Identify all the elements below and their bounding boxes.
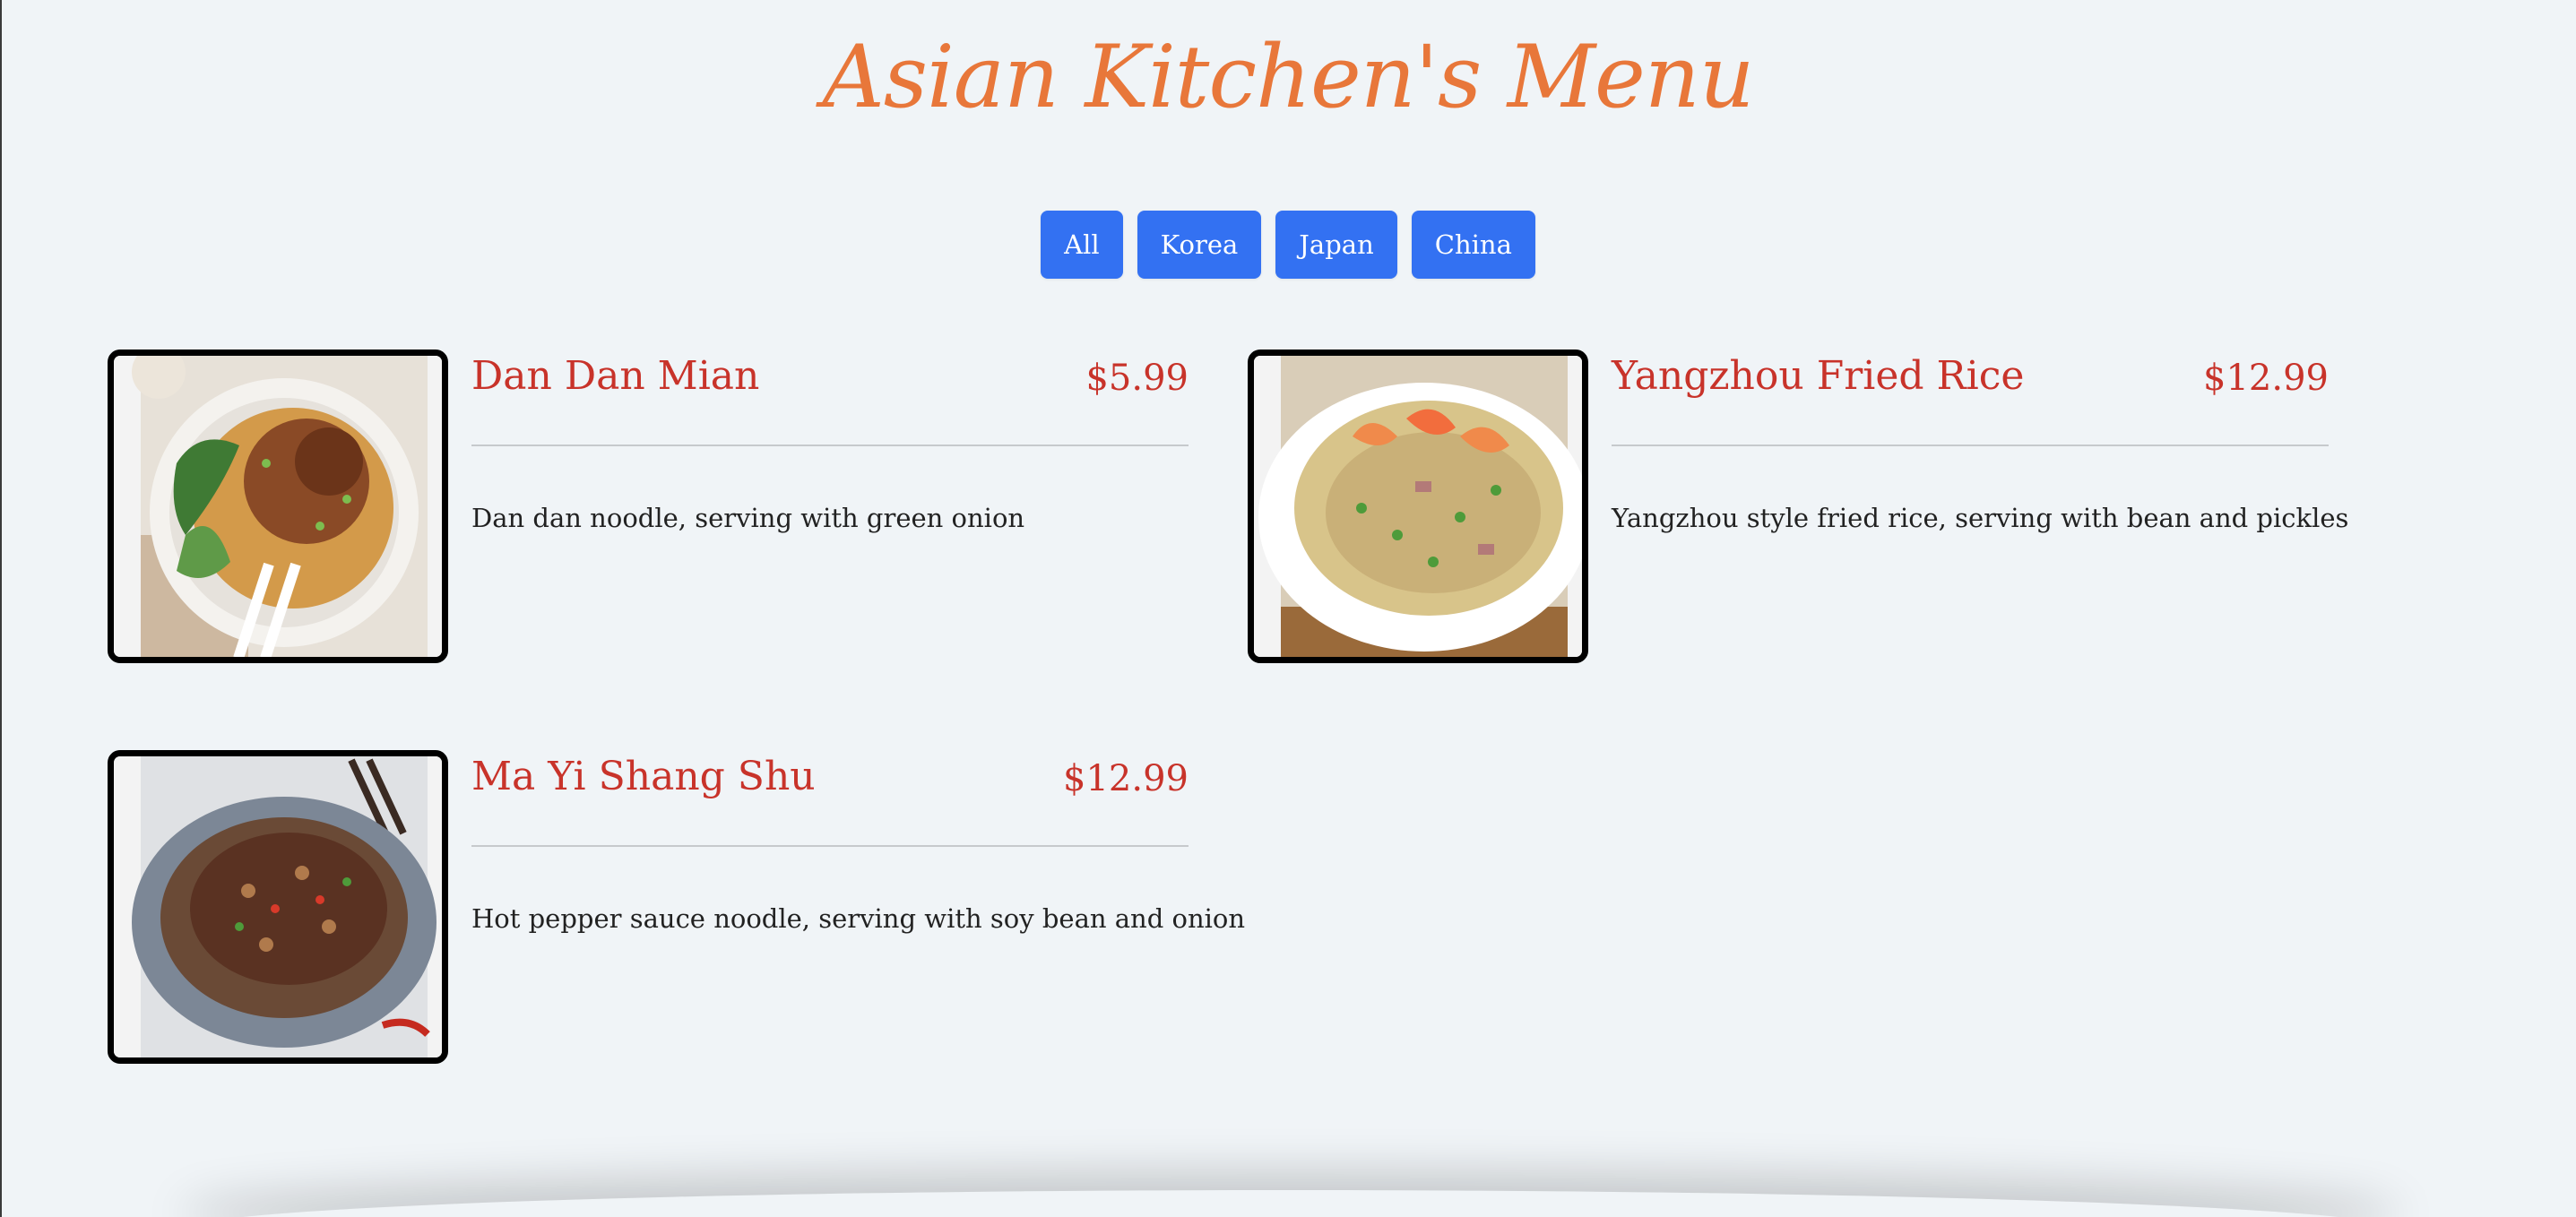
menu-item-description: Dan dan noodle, serving with green onion <box>471 503 1025 533</box>
menu-item-info: Dan Dan Mian $5.99 Dan dan noodle, servi… <box>471 350 1189 663</box>
menu-item-description: Yangzhou style fried rice, serving with … <box>1612 503 2349 533</box>
menu-item-price: $12.99 <box>2203 358 2329 399</box>
fried-rice-photo <box>1248 350 1588 663</box>
menu-item-name: Ma Yi Shang Shu <box>471 754 816 799</box>
menu-item-price: $12.99 <box>1063 758 1189 799</box>
menu-item-header: Yangzhou Fried Rice $12.99 <box>1612 350 2329 446</box>
menu-item: Yangzhou Fried Rice $12.99 Yangzhou styl… <box>1248 350 2348 663</box>
page-title: Asian Kitchen's Menu <box>822 27 1754 127</box>
filter-korea-button[interactable]: Korea <box>1137 211 1262 279</box>
footer-shadow <box>179 1190 2402 1217</box>
menu-item: Ma Yi Shang Shu $12.99 Hot pepper sauce … <box>108 750 1245 1064</box>
filter-all-button[interactable]: All <box>1041 211 1123 279</box>
filter-japan-button[interactable]: Japan <box>1275 211 1397 279</box>
menu-item-price: $5.99 <box>1085 358 1189 399</box>
menu-item-info: Ma Yi Shang Shu $12.99 Hot pepper sauce … <box>471 750 1245 1064</box>
menu-item-description: Hot pepper sauce noodle, serving with so… <box>471 903 1246 934</box>
noodle-bowl-photo <box>108 350 448 663</box>
menu-item-name: Yangzhou Fried Rice <box>1612 353 2025 399</box>
menu-item-header: Ma Yi Shang Shu $12.99 <box>471 750 1189 847</box>
window-edge <box>0 0 2 1217</box>
glass-noodle-photo <box>108 750 448 1064</box>
menu-item: Dan Dan Mian $5.99 Dan dan noodle, servi… <box>108 350 1192 663</box>
menu-item-header: Dan Dan Mian $5.99 <box>471 350 1189 446</box>
menu-item-info: Yangzhou Fried Rice $12.99 Yangzhou styl… <box>1612 350 2348 663</box>
menu-item-name: Dan Dan Mian <box>471 353 760 399</box>
filter-bar: All Korea Japan China <box>0 211 2576 279</box>
filter-china-button[interactable]: China <box>1411 211 1535 279</box>
